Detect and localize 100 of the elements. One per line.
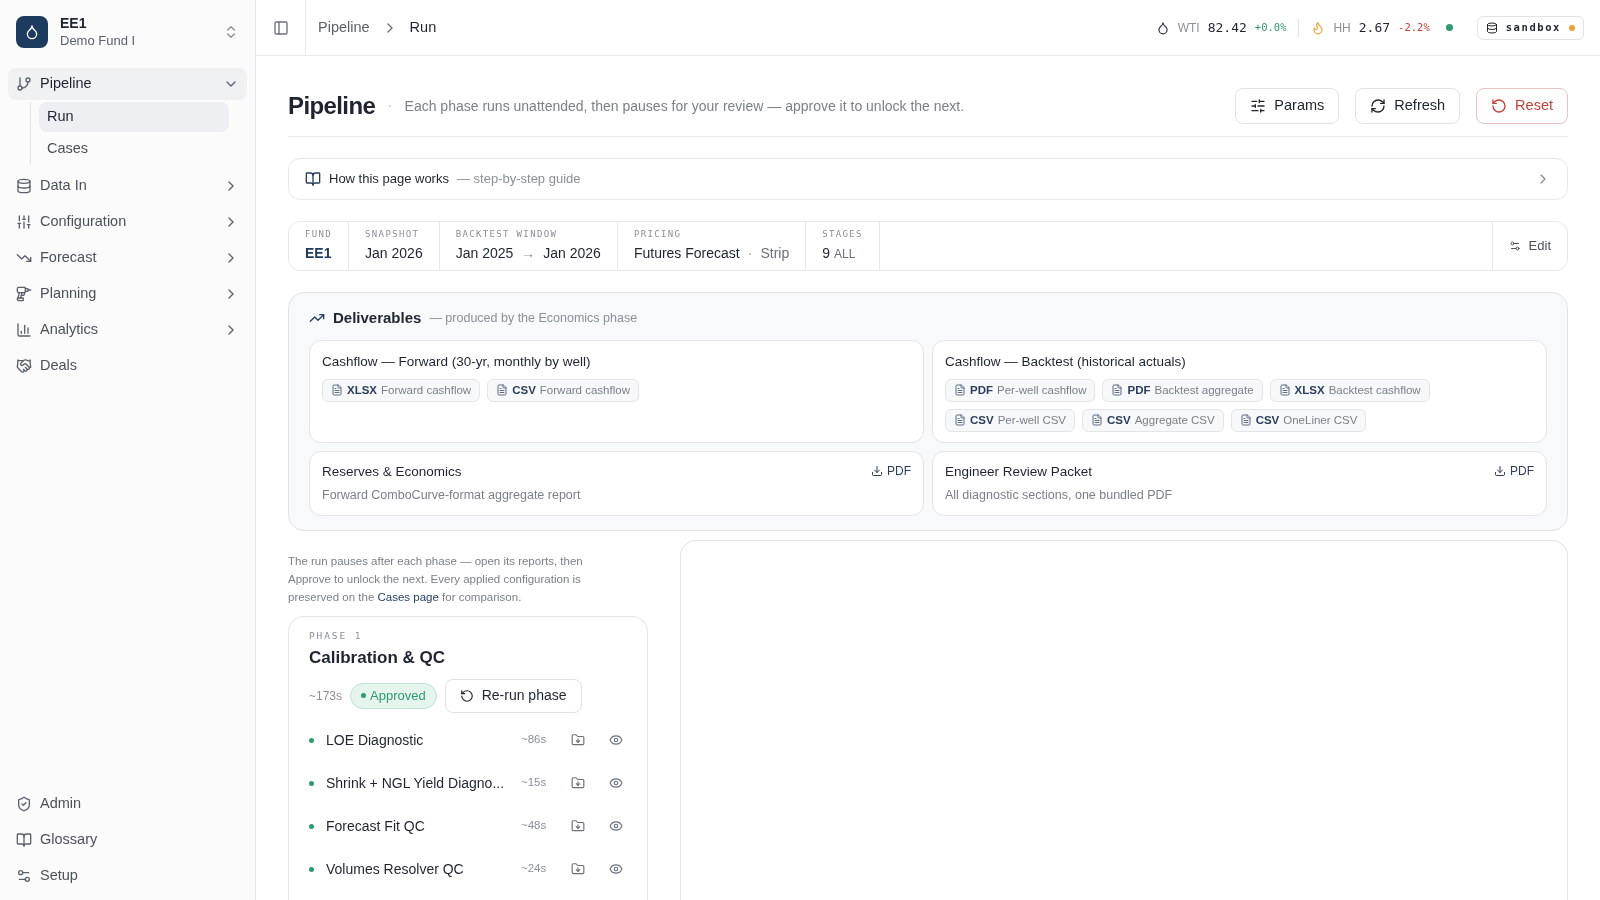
download-icon xyxy=(1494,464,1506,477)
undo-icon xyxy=(1491,98,1508,114)
settings-icon xyxy=(1508,240,1521,252)
nav-item[interactable]: Setup xyxy=(8,860,247,892)
ticker-label: WTI xyxy=(1177,19,1200,37)
step-duration: ~24s xyxy=(521,861,548,877)
ticker-price: 2.67 xyxy=(1358,18,1391,37)
folder-download-icon[interactable] xyxy=(571,733,585,747)
step-name: Shrink + NGL Yield Diagno... xyxy=(326,773,506,793)
action-button[interactable]: Params xyxy=(1235,88,1340,124)
sidebar-toggle-icon[interactable] xyxy=(272,19,289,36)
step-name: LOE Diagnostic xyxy=(326,730,425,750)
eye-icon[interactable] xyxy=(609,819,623,833)
environment-badge: sandbox xyxy=(1476,15,1584,40)
guide-bar[interactable]: How this page works — step-by-step guide xyxy=(288,158,1568,200)
panel-title: Deliverables xyxy=(333,308,422,328)
folder-download-icon[interactable] xyxy=(571,819,585,833)
file-chip[interactable]: XLSX Backtest cashflow xyxy=(1269,378,1430,402)
card-description: Forward ComboCurve-format aggregate report xyxy=(322,487,582,504)
file-chip[interactable]: PDF Backtest aggregate xyxy=(1102,378,1263,402)
nav-subitem[interactable]: Cases xyxy=(39,134,229,164)
eye-icon[interactable] xyxy=(609,733,623,747)
folder-download-icon[interactable] xyxy=(571,776,585,790)
sliders-icon xyxy=(1250,98,1267,114)
flame-icon xyxy=(1311,20,1326,35)
nav-subitem[interactable]: Run xyxy=(39,102,229,132)
file-icon xyxy=(1278,384,1291,397)
download-link[interactable]: PDF xyxy=(1494,461,1534,480)
nav-item[interactable]: Deals xyxy=(8,350,247,382)
nav-item[interactable]: Admin xyxy=(8,788,247,820)
database-icon xyxy=(1485,21,1498,34)
file-chip[interactable]: CSV Aggregate CSV xyxy=(1082,408,1224,432)
nav-item[interactable]: Analytics xyxy=(8,314,247,346)
field-label: FUND xyxy=(305,227,333,241)
field-value: 9 xyxy=(822,244,830,264)
action-button[interactable]: Reset xyxy=(1476,88,1568,124)
nav-item[interactable]: Configuration xyxy=(8,206,247,238)
field-value: Jan 2025 xyxy=(455,244,514,264)
card-title: Cashflow — Forward (30-yr, monthly by well) xyxy=(322,352,592,371)
page-title: Pipeline xyxy=(288,91,376,121)
field-value: Futures Forecast xyxy=(633,244,740,264)
nav-item[interactable]: Pipeline xyxy=(8,68,247,100)
ticker-change: +0.0% xyxy=(1254,19,1287,35)
undo-icon xyxy=(459,688,474,703)
download-link[interactable]: PDF xyxy=(871,461,911,480)
ticker-label: HH xyxy=(1333,19,1351,37)
panel-subtitle: — produced by the Economics phase xyxy=(429,309,638,327)
action-button[interactable]: Refresh xyxy=(1355,88,1461,124)
phase-duration: ~173s xyxy=(309,687,343,705)
refresh-icon xyxy=(1370,98,1387,114)
ticker-price: 82.42 xyxy=(1207,18,1247,37)
folder-download-icon[interactable] xyxy=(571,862,585,876)
step-duration: ~86s xyxy=(521,732,548,748)
file-icon xyxy=(496,384,509,397)
guide-title: How this page works xyxy=(329,170,449,189)
branch-icon xyxy=(16,76,32,92)
cases-link[interactable]: Cases page xyxy=(377,590,439,603)
bar-chart-icon xyxy=(16,322,32,338)
run-note: The run pauses after each phase — open its reports, then Approve to unlock the next. Every applied configuration is preserved on the Cases page for comparison. xyxy=(288,553,584,605)
file-icon xyxy=(954,414,966,427)
eye-icon[interactable] xyxy=(609,776,623,790)
book-icon xyxy=(305,171,321,187)
separator-dot: · xyxy=(747,244,753,264)
edit-button[interactable]: Edit xyxy=(1491,222,1567,270)
settings-icon xyxy=(16,868,32,884)
field-value: EE1 xyxy=(305,244,332,264)
nav-item[interactable]: Planning xyxy=(8,278,247,310)
file-chip[interactable]: CSV Forward cashflow xyxy=(487,378,639,402)
step-name: Forecast Fit QC xyxy=(326,816,426,836)
sliders-icon xyxy=(16,214,32,230)
phase-label: PHASE 1 xyxy=(309,628,364,643)
field-value: Jan 2026 xyxy=(543,244,601,264)
step-duration: ~48s xyxy=(521,818,548,834)
file-icon xyxy=(1239,414,1252,427)
logo-icon xyxy=(16,16,48,48)
drill-icon xyxy=(16,286,32,302)
file-chip[interactable]: XLSX Forward cashflow xyxy=(322,378,481,402)
nav-item[interactable]: Forecast xyxy=(8,242,247,274)
file-chip[interactable]: CSV Per-well CSV xyxy=(945,408,1076,432)
download-icon xyxy=(871,464,883,477)
nav-item[interactable]: Data In xyxy=(8,170,247,202)
breadcrumb-item[interactable]: Pipeline xyxy=(318,16,370,39)
field-value: Jan 2026 xyxy=(365,244,423,264)
book-icon xyxy=(16,832,32,848)
nav-item[interactable]: Glossary xyxy=(8,824,247,856)
file-icon xyxy=(1111,384,1124,397)
card-description: All diagnostic sections, one bundled PDF xyxy=(945,487,1174,504)
file-chip[interactable]: PDF Per-well cashflow xyxy=(945,378,1096,402)
rerun-button[interactable]: Re-run phase xyxy=(444,678,582,713)
phase-title: Calibration & QC xyxy=(309,647,446,669)
page-subtitle: Each phase runs unattended, then pauses for your review — approve it to unlock the next. xyxy=(404,96,966,116)
card-title: Reserves & Economics xyxy=(322,462,463,481)
separator-dot: · xyxy=(387,96,393,116)
field-label: STAGES xyxy=(822,227,863,241)
org-name: EE1 xyxy=(60,15,88,33)
card-title: Cashflow — Backtest (historical actuals) xyxy=(945,352,1187,371)
file-icon xyxy=(954,384,966,397)
field-label: SNAPSHOT xyxy=(365,227,421,241)
eye-icon[interactable] xyxy=(609,862,623,876)
file-chip[interactable]: CSV OneLiner CSV xyxy=(1230,408,1367,432)
